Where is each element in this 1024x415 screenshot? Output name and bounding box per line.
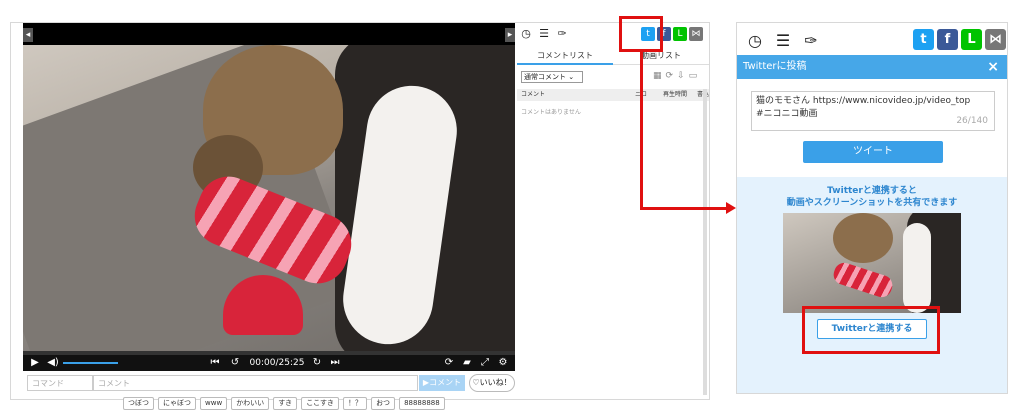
popup-title: Twitterに投稿 — [743, 61, 807, 72]
history-clock-icon[interactable]: ◷ — [519, 27, 533, 41]
quick-comment-button[interactable]: かわいい — [231, 397, 270, 410]
popup-header: Twitterに投稿 × — [737, 55, 1007, 79]
char-count: 26/140 — [956, 116, 988, 126]
line-share-icon[interactable]: L — [673, 27, 687, 41]
playlist-add-icon[interactable]: ☰ — [773, 31, 793, 51]
side-panel: ◷ ☰ ✑ t f L ⋈ コメントリスト 動画リスト 通常コメント ⌄ ▦ ⟳… — [517, 23, 709, 401]
history-clock-icon[interactable]: ◷ — [745, 31, 765, 51]
quick-comment-button[interactable]: ここすき — [301, 397, 340, 410]
col-comment[interactable]: コメント — [521, 89, 545, 101]
side-toolbar: ◷ ☰ ✑ — [519, 27, 569, 41]
quick-comment-list: つぼつ にゃぼつ www かわいい すき ここすき！？ おつ 88888888 — [123, 397, 523, 411]
facebook-share-icon[interactable]: f — [937, 29, 958, 50]
loop-icon[interactable]: ⟳ — [443, 356, 455, 370]
playlist-add-icon[interactable]: ☰ — [537, 27, 551, 41]
play-icon[interactable]: ▶ — [29, 356, 41, 370]
arrow-head — [726, 202, 736, 214]
link-text-line2: 動画やスクリーンショットを共有できます — [786, 198, 958, 208]
zoom-toolbar: ◷ ☰ ✑ — [745, 31, 821, 51]
link-text-line1: Twitterと連携すると — [827, 186, 917, 196]
player-composite: ◂ ▸ ▶ ◀) ⏮ ↺ 00:00/25:25 ↻ ⏭ ⟳ ▰ ⤢ ⚙ コマン… — [10, 22, 710, 410]
comment-list-tools: ▦ ⟳ ⇩ ▭ — [653, 71, 697, 81]
quick-comment-button[interactable]: にゃぼつ — [158, 397, 196, 410]
rewind-10-icon[interactable]: ↺ — [229, 356, 241, 370]
video-player[interactable]: ◂ ▸ — [23, 23, 515, 351]
skip-back-icon[interactable]: ⏮ — [209, 356, 221, 370]
comment-form: コマンド コメント ▶コメント ♡いいね！ — [23, 374, 515, 393]
tweet-text-line1: 猫のモモさん https://www.nicovideo.jp/video_to… — [756, 96, 971, 106]
fullscreen-icon[interactable]: ⤢ — [479, 356, 491, 370]
collapse-left-icon[interactable]: ◂ — [23, 28, 33, 42]
comment-type-select-wrap: 通常コメント ⌄ — [521, 71, 583, 83]
tab-comment-list[interactable]: コメントリスト — [517, 47, 613, 65]
quick-comment-button[interactable]: すき — [273, 397, 298, 410]
like-button[interactable]: ♡いいね！ — [469, 374, 515, 392]
volume-icon[interactable]: ◀) — [47, 356, 59, 370]
player-controls: ▶ ◀) ⏮ ↺ 00:00/25:25 ↻ ⏭ ⟳ ▰ ⤢ ⚙ — [23, 355, 515, 371]
settings-gear-icon[interactable]: ⚙ — [497, 356, 509, 370]
player-topbar: ◂ ▸ — [23, 23, 515, 45]
forward-10-icon[interactable]: ↻ — [311, 356, 323, 370]
arrow-horizontal — [640, 207, 728, 210]
command-input[interactable]: コマンド — [27, 375, 93, 391]
twitter-link-description: Twitterと連携すると 動画やスクリーンショットを共有できます — [737, 185, 1007, 209]
thumb-cat — [833, 213, 893, 263]
volume-slider[interactable] — [63, 362, 118, 364]
close-icon[interactable]: × — [987, 55, 999, 79]
comment-submit-button[interactable]: ▶コメント — [419, 375, 465, 391]
quick-comment-button[interactable]: ！？ — [343, 397, 368, 410]
highlight-box-link-button — [802, 306, 940, 354]
twitter-link-section: Twitterと連携すると 動画やスクリーンショットを共有できます Twitte… — [737, 177, 1007, 393]
screenshot-thumbnail — [783, 213, 961, 313]
quick-comment-button[interactable]: www — [200, 397, 228, 410]
share-icon[interactable]: ⋈ — [689, 27, 703, 41]
comment-settings-icon[interactable]: ▭ — [689, 71, 698, 81]
tweet-text-line2: #ニコニコ動画 — [756, 109, 818, 119]
skip-forward-icon[interactable]: ⏭ — [329, 356, 341, 370]
share-icon[interactable]: ⋈ — [985, 29, 1006, 50]
tweet-button[interactable]: ツイート — [803, 141, 943, 163]
comment-type-select-value: 通常コメント — [524, 73, 566, 81]
video-frame[interactable] — [23, 45, 515, 351]
page: ◂ ▸ ▶ ◀) ⏮ ↺ 00:00/25:25 ↻ ⏭ ⟳ ▰ ⤢ ⚙ コマン… — [0, 0, 1024, 415]
comment-list-scrollbar[interactable] — [703, 89, 707, 395]
calendar-icon[interactable]: ▦ — [653, 71, 662, 81]
comment-type-select[interactable]: 通常コメント ⌄ — [521, 71, 583, 83]
thumb-blanket-white — [903, 223, 931, 313]
quick-comment-button[interactable]: つぼつ — [123, 397, 154, 410]
arrow-vertical — [640, 52, 643, 210]
refresh-icon[interactable]: ⟳ — [666, 71, 674, 81]
quick-comment-button[interactable]: おつ — [371, 397, 396, 410]
tweet-textarea[interactable]: 猫のモモさん https://www.nicovideo.jp/video_to… — [751, 91, 995, 131]
line-share-icon[interactable]: L — [961, 29, 982, 50]
side-tabs: コメントリスト 動画リスト — [517, 47, 709, 65]
collapse-right-icon[interactable]: ▸ — [505, 28, 515, 42]
comment-input[interactable]: コメント — [93, 375, 418, 391]
thumb-toy — [831, 260, 895, 300]
zoom-share-buttons: t f L ⋈ — [913, 29, 1006, 50]
empty-comment-message: コメントはありません — [521, 109, 581, 116]
twitter-share-icon[interactable]: t — [913, 29, 934, 50]
time-display: 00:00/25:25 — [249, 358, 305, 368]
highlight-box-twitter-icon — [619, 16, 663, 52]
nicoad-megaphone-icon[interactable]: ✑ — [555, 27, 569, 41]
autoscroll-icon[interactable]: ⇩ — [677, 71, 685, 81]
quick-comment-button[interactable]: 88888888 — [399, 397, 445, 410]
nicoad-megaphone-icon[interactable]: ✑ — [801, 31, 821, 51]
comment-toggle-icon[interactable]: ▰ — [461, 356, 473, 370]
comment-list-header: コメント ニコ 再生時間 書込 — [517, 89, 709, 101]
col-play-time[interactable]: 再生時間 — [663, 89, 687, 101]
